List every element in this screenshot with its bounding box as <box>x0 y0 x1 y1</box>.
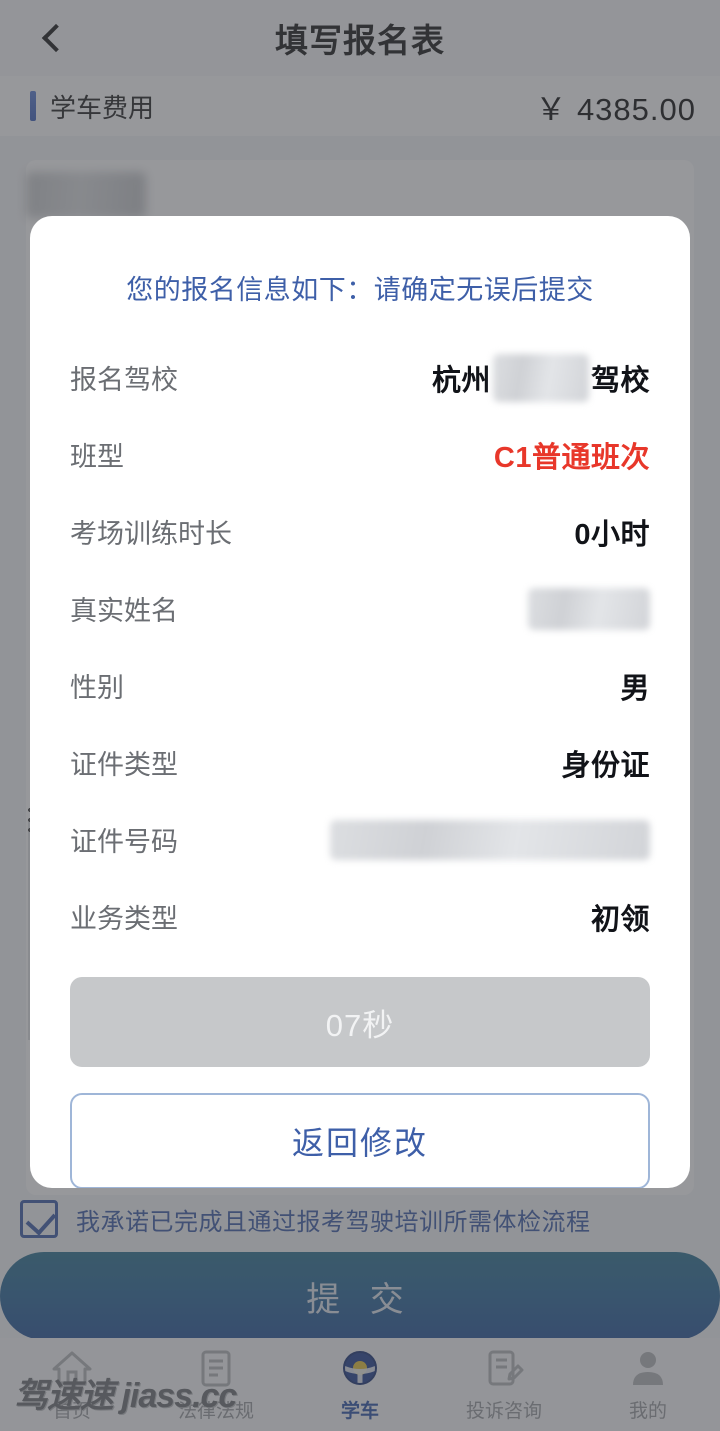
back-to-edit-button[interactable]: 返回修改 <box>70 1093 650 1188</box>
row-value: 身份证 <box>561 749 650 782</box>
masked-school-segment <box>492 353 589 402</box>
app-root: 填写报名表 学车费用 ￥ 4385.00 我承诺已完成且通过报考驾驶培训所需体检… <box>0 0 720 1431</box>
row-gender: 性别 男 <box>70 647 650 724</box>
confirm-registration-dialog: 您的报名信息如下：请确定无误后提交 报名驾校 杭州 驾校 班型 C1普通班次 考… <box>30 216 690 1188</box>
row-label: 班型 <box>70 442 124 472</box>
row-real-name: 真实姓名 <box>70 570 650 647</box>
row-value: 男 <box>620 672 650 705</box>
row-value: 初领 <box>590 903 650 936</box>
row-label: 真实姓名 <box>70 596 178 626</box>
row-school: 报名驾校 杭州 驾校 <box>70 339 650 416</box>
row-value: 0小时 <box>574 518 650 551</box>
row-label: 业务类型 <box>70 904 178 934</box>
row-label: 证件类型 <box>70 750 178 780</box>
masked-id-number <box>330 819 650 860</box>
school-name-prefix: 杭州 <box>431 364 491 397</box>
row-label: 考场训练时长 <box>70 519 232 549</box>
row-id-type: 证件类型 身份证 <box>70 724 650 801</box>
masked-real-name <box>528 587 650 630</box>
row-id-number: 证件号码 <box>70 801 650 878</box>
row-label: 证件号码 <box>70 827 178 857</box>
row-value: 杭州 驾校 <box>431 353 650 402</box>
row-label: 报名驾校 <box>70 365 178 395</box>
row-training-hours: 考场训练时长 0小时 <box>70 493 650 570</box>
row-business-type: 业务类型 初领 <box>70 878 650 955</box>
school-name-suffix: 驾校 <box>590 364 650 397</box>
dialog-title: 您的报名信息如下：请确定无误后提交 <box>126 275 594 305</box>
row-class-type: 班型 C1普通班次 <box>70 416 650 493</box>
row-value: C1普通班次 <box>493 441 650 474</box>
countdown-confirm-button[interactable]: 07秒 <box>70 977 650 1067</box>
info-rows: 报名驾校 杭州 驾校 班型 C1普通班次 考场训练时长 0小时 真实姓名 性别 … <box>70 339 650 955</box>
row-label: 性别 <box>70 673 124 703</box>
